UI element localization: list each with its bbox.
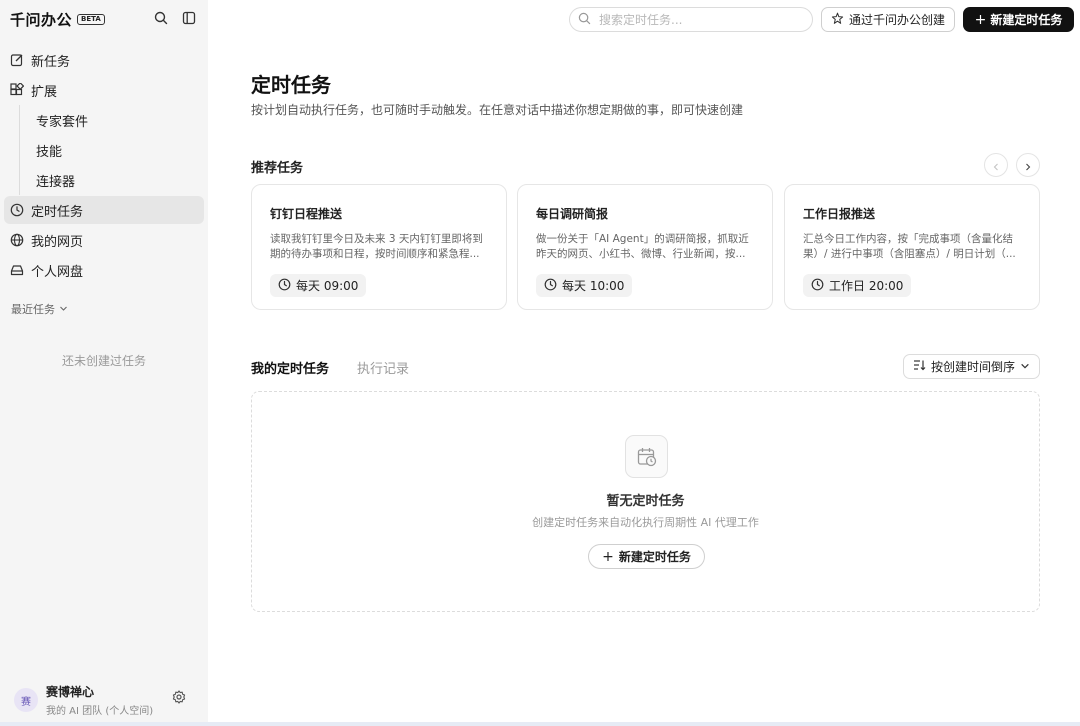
recommended-card[interactable]: 每日调研简报 做一份关于「AI Agent」的调研简报，抓取近昨天的网页、小红书…	[517, 184, 773, 310]
search-icon	[578, 10, 591, 29]
card-description: 读取我钉钉里今日及未来 3 天内钉钉里即将到期的待办事项和日程，按时间顺序和紧急…	[270, 233, 483, 260]
sidebar-item-label: 连接器	[36, 174, 76, 190]
sidebar-item-expert-suite[interactable]: 专家套件	[4, 106, 204, 134]
card-title: 工作日报推送	[803, 207, 876, 221]
carousel-next-button[interactable]	[1016, 153, 1040, 177]
sidebar-item-label: 定时任务	[31, 204, 84, 220]
page-title: 定时任务	[251, 73, 331, 97]
sidebar-nav: 新任务 扩展 专家套件 技能 连接器 定时任务 我的网页 个人网盘	[4, 46, 204, 286]
clock-icon	[278, 278, 291, 294]
sidebar-item-my-webpages[interactable]: 我的网页	[4, 226, 204, 254]
chevron-down-icon	[59, 303, 68, 316]
sidebar-item-label: 技能	[36, 144, 63, 160]
globe-icon	[10, 233, 24, 247]
user-profile[interactable]: 赛 赛博禅心 我的 AI 团队 (个人空间)	[14, 683, 153, 717]
empty-new-task-label: 新建定时任务	[618, 550, 691, 564]
card-description: 汇总今日工作内容，按「完成事项（含量化结果）/ 进行中事项（含阻塞点）/ 明日计…	[803, 233, 1016, 260]
card-schedule: 每天 09:00	[270, 274, 367, 297]
empty-recent-text: 还未创建过任务	[61, 354, 146, 368]
sort-label: 按创建时间倒序	[930, 360, 1015, 374]
search-input[interactable]	[599, 12, 799, 27]
card-title: 每日调研简报	[536, 207, 609, 221]
new-task-label: 新建定时任务	[990, 13, 1063, 27]
recent-tasks-toggle[interactable]: 最近任务	[11, 301, 68, 317]
user-info: 赛博禅心 我的 AI 团队 (个人空间)	[46, 683, 153, 717]
sidebar-item-personal-drive[interactable]: 个人网盘	[4, 256, 204, 284]
user-name: 赛博禅心	[46, 685, 95, 699]
gear-icon[interactable]	[172, 689, 186, 708]
empty-new-task-button[interactable]: + 新建定时任务	[588, 544, 705, 569]
empty-description: 创建定时任务来自动化执行周期性 AI 代理工作	[532, 516, 759, 529]
sidebar-item-label: 扩展	[31, 84, 58, 100]
sidebar-item-connectors[interactable]: 连接器	[4, 166, 204, 194]
card-time-label: 每天 10:00	[562, 279, 625, 293]
sort-dropdown[interactable]: 按创建时间倒序	[903, 354, 1040, 379]
sidebar-item-label: 我的网页	[31, 234, 84, 250]
extension-icon	[10, 83, 24, 97]
tab-my-scheduled-tasks[interactable]: 我的定时任务	[251, 358, 329, 377]
chevron-right-icon	[1024, 156, 1032, 175]
recommended-card[interactable]: 工作日报推送 汇总今日工作内容，按「完成事项（含量化结果）/ 进行中事项（含阻塞…	[784, 184, 1040, 310]
calendar-clock-icon	[625, 435, 668, 478]
sidebar: 千问办公 BETA 新任务 扩展 专家套件 技能 连接器 定时任务 我的网页 个…	[0, 0, 208, 726]
chevron-down-icon	[1020, 360, 1030, 374]
beta-badge: BETA	[77, 14, 105, 25]
sparkle-icon	[831, 12, 844, 28]
sidebar-item-label: 专家套件	[36, 114, 89, 130]
brand-name: 千问办公	[10, 11, 73, 29]
create-via-qianwen-button[interactable]: 通过千问办公创建	[821, 7, 955, 32]
card-description: 做一份关于「AI Agent」的调研简报，抓取近昨天的网页、小红书、微博、行业新…	[536, 233, 749, 260]
card-title: 钉钉日程推送	[270, 207, 343, 221]
sidebar-item-label: 个人网盘	[31, 264, 84, 280]
page-description: 按计划自动执行任务，也可随时手动触发。在任意对话中描述你想定期做的事，即可快速创…	[251, 103, 744, 117]
plus-icon: +	[974, 11, 987, 28]
create-via-label: 通过千问办公创建	[848, 13, 945, 27]
card-schedule: 每天 10:00	[536, 274, 633, 297]
search-box[interactable]	[569, 7, 813, 32]
sidebar-item-new-task[interactable]: 新任务	[4, 46, 204, 74]
avatar: 赛	[14, 688, 38, 712]
clock-icon	[544, 278, 557, 294]
recent-tasks-label: 最近任务	[11, 303, 55, 316]
user-team: 我的 AI 团队 (个人空间)	[46, 706, 154, 717]
clock-icon	[10, 203, 24, 217]
empty-title: 暂无定时任务	[606, 494, 685, 509]
carousel-prev-button[interactable]	[984, 153, 1008, 177]
bottom-border	[0, 722, 1080, 726]
recommended-card[interactable]: 钉钉日程推送 读取我钉钉里今日及未来 3 天内钉钉里即将到期的待办事项和日程，按…	[251, 184, 507, 310]
recommended-title: 推荐任务	[251, 161, 304, 176]
sidebar-item-label: 新任务	[31, 54, 71, 70]
card-time-label: 工作日 20:00	[829, 279, 904, 293]
edit-icon	[10, 53, 24, 67]
sidebar-item-extensions[interactable]: 扩展	[4, 76, 204, 104]
new-scheduled-task-button[interactable]: + 新建定时任务	[963, 7, 1074, 32]
tab-execution-records[interactable]: 执行记录	[357, 358, 409, 377]
sidebar-item-scheduled-tasks[interactable]: 定时任务	[4, 196, 204, 224]
sidebar-toggle-icon[interactable]	[180, 9, 198, 27]
search-icon[interactable]	[152, 9, 170, 27]
drive-icon	[10, 263, 24, 277]
clock-icon	[811, 278, 824, 294]
card-schedule: 工作日 20:00	[803, 274, 912, 297]
chevron-left-icon	[992, 156, 1000, 175]
sort-icon	[913, 359, 926, 374]
empty-state: 暂无定时任务 创建定时任务来自动化执行周期性 AI 代理工作 + 新建定时任务	[251, 391, 1040, 612]
card-time-label: 每天 09:00	[296, 279, 359, 293]
brand: 千问办公 BETA	[10, 9, 105, 30]
sidebar-item-skills[interactable]: 技能	[4, 136, 204, 164]
plus-icon: +	[602, 548, 614, 565]
